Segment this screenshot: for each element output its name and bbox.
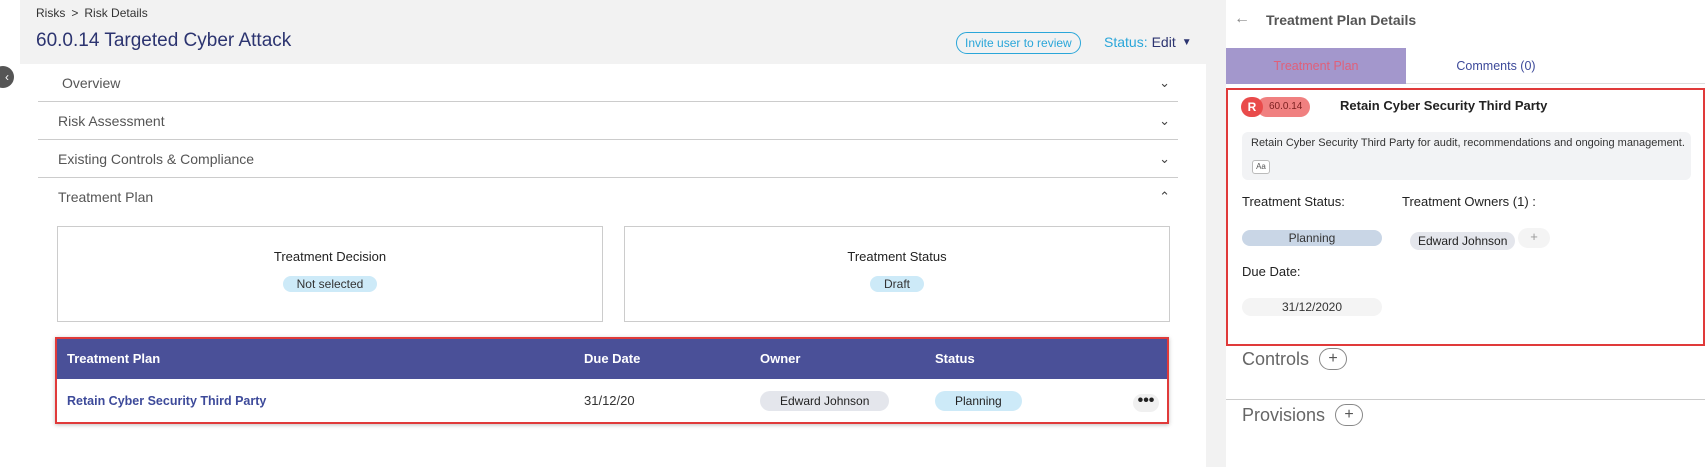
owner-pill: Edward Johnson [760, 390, 890, 411]
provisions-label: Provisions [1242, 404, 1326, 425]
status-pill: Planning [935, 390, 1022, 411]
chevron-down-icon: ⌄ [1159, 150, 1170, 166]
text-format-icon[interactable]: Aa [1252, 160, 1270, 174]
status-value: Edit [1151, 34, 1176, 50]
treatment-plan-details-panel: ← Treatment Plan Details Treatment Plan … [1226, 0, 1705, 467]
add-control-button[interactable]: + [1319, 348, 1348, 370]
column-header-due-date: Due Date [584, 351, 641, 366]
section-overview[interactable]: Overview ⌄ [38, 64, 1178, 102]
plan-name-link[interactable]: Retain Cyber Security Third Party [67, 381, 266, 421]
risk-content: Overview ⌄ Risk Assessment ⌄ Existing Co… [20, 64, 1206, 467]
plan-status: Planning [935, 381, 1022, 421]
due-date-label: Due Date: [1242, 264, 1301, 279]
column-header-owner: Owner [760, 351, 801, 366]
add-owner-button[interactable]: + [1518, 228, 1550, 248]
chevron-down-icon: ⌄ [1159, 74, 1170, 90]
column-header-status: Status [935, 351, 975, 366]
panel-tabs: Treatment Plan Comments (0) [1226, 48, 1705, 84]
breadcrumb: Risks > Risk Details [36, 6, 148, 20]
section-treatment-plan-label: Treatment Plan [58, 189, 154, 205]
plan-owner: Edward Johnson [760, 381, 890, 421]
treatment-plan-table: Treatment Plan Due Date Owner Status Ret… [55, 337, 1169, 424]
breadcrumb-risks[interactable]: Risks [36, 6, 65, 20]
treatment-status-card: Treatment Status Draft [624, 226, 1170, 322]
add-provision-button[interactable]: + [1335, 404, 1364, 426]
status-dropdown[interactable]: Status: Edit ▼ [1104, 34, 1192, 50]
page-title: 60.0.14 Targeted Cyber Attack [36, 30, 292, 51]
plan-due-date: 31/12/20 [584, 392, 635, 408]
treatment-status-label: Treatment Status: [1242, 194, 1345, 209]
chevron-down-icon: ⌄ [1159, 112, 1170, 128]
breadcrumb-current: Risk Details [84, 6, 148, 20]
chevron-down-icon: ▼ [1181, 36, 1192, 48]
table-header: Treatment Plan Due Date Owner Status [57, 339, 1167, 379]
row-actions: ••• [1133, 381, 1159, 421]
section-treatment-plan[interactable]: Treatment Plan ⌃ [38, 178, 1178, 216]
due-date-field[interactable]: 31/12/2020 [1242, 298, 1382, 316]
treatment-decision-value[interactable]: Not selected [282, 276, 378, 292]
section-risk-assessment[interactable]: Risk Assessment ⌄ [38, 102, 1178, 140]
treatment-status-select[interactable]: Planning [1242, 230, 1382, 246]
tab-treatment-plan[interactable]: Treatment Plan [1226, 48, 1406, 84]
risk-details-main: ‹ Risks > Risk Details 60.0.14 Targeted … [0, 0, 1226, 467]
controls-row: Controls + [1242, 348, 1348, 370]
treatment-detail-box: 60.0.14 R Retain Cyber Security Third Pa… [1226, 88, 1705, 346]
column-header-plan: Treatment Plan [67, 351, 161, 366]
risk-letter-badge: R [1241, 97, 1263, 117]
owner-chip[interactable]: Edward Johnson [1410, 232, 1516, 250]
description-box[interactable]: Retain Cyber Security Third Party for au… [1242, 132, 1691, 180]
back-arrow-icon[interactable]: ← [1234, 10, 1250, 28]
risk-code-badge: 60.0.14 [1257, 97, 1311, 117]
treatment-decision-card: Treatment Decision Not selected [57, 226, 603, 322]
panel-title: Treatment Plan Details [1266, 12, 1417, 28]
more-options-icon[interactable]: ••• [1133, 392, 1159, 412]
section-existing-controls-label: Existing Controls & Compliance [58, 150, 255, 167]
plan-title: Retain Cyber Security Third Party [1340, 98, 1548, 113]
table-row[interactable]: Retain Cyber Security Third Party 31/12/… [57, 379, 1167, 422]
breadcrumb-separator: > [71, 6, 79, 20]
provisions-row: Provisions + [1242, 404, 1364, 426]
tab-comments[interactable]: Comments (0) [1406, 48, 1586, 84]
section-overview-label: Overview [62, 74, 121, 91]
chevron-up-icon: ⌃ [1159, 189, 1170, 204]
divider [1226, 399, 1705, 400]
section-risk-assessment-label: Risk Assessment [58, 112, 165, 129]
treatment-status-value[interactable]: Draft [869, 276, 924, 292]
invite-user-button[interactable]: Invite user to review [956, 32, 1081, 54]
status-label: Status: [1104, 34, 1148, 50]
treatment-owners-label: Treatment Owners (1) : [1402, 194, 1536, 209]
section-existing-controls[interactable]: Existing Controls & Compliance ⌄ [38, 140, 1178, 178]
treatment-decision-title: Treatment Decision [273, 249, 387, 264]
controls-label: Controls [1242, 348, 1310, 369]
treatment-status-title: Treatment Status [847, 249, 947, 264]
description-text: Retain Cyber Security Third Party for au… [1251, 137, 1685, 149]
